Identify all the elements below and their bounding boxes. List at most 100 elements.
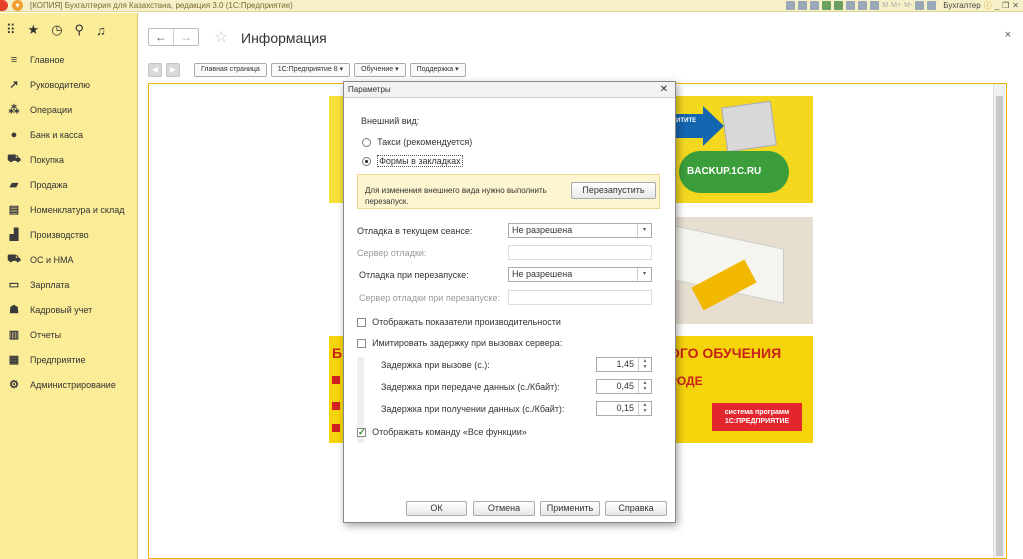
delay-send-value: 0,45 bbox=[616, 381, 634, 391]
table-icon[interactable] bbox=[846, 1, 856, 10]
sidebar-item-purchase[interactable]: ⛟ Покупка bbox=[0, 147, 137, 172]
home-page-button[interactable]: Главная страница bbox=[194, 63, 267, 77]
people-icon: ☗ bbox=[9, 304, 19, 316]
favorite-star-icon[interactable]: ☆ bbox=[214, 27, 228, 47]
training-banner-left-text: Б bbox=[332, 345, 343, 361]
vertical-scrollbar[interactable] bbox=[993, 84, 1005, 558]
radio-tabs-circle[interactable] bbox=[362, 156, 371, 166]
operations-icon: ⁂ bbox=[8, 104, 20, 116]
sidebar-item-label: Зарплата bbox=[30, 279, 70, 290]
building-icon: ▦ bbox=[8, 354, 20, 366]
sidebar-item-hr[interactable]: ☗ Кадровый учет bbox=[0, 297, 137, 322]
show-all-functions-label: Отображать команду «Все функции» bbox=[372, 427, 527, 437]
sidebar-item-director[interactable]: ↗ Руководителю bbox=[0, 72, 137, 97]
zoom-icon[interactable] bbox=[915, 1, 925, 10]
save-icon[interactable] bbox=[786, 1, 796, 10]
memory-minus-button[interactable]: M- bbox=[904, 2, 912, 9]
check-mark-icon bbox=[332, 376, 340, 384]
sections-panel: ⠿ ★ ◷ ⚲ ♫ ≡ Главное ↗ Руководителю ⁂ Операц… bbox=[0, 13, 138, 559]
print-icon[interactable] bbox=[798, 1, 808, 10]
forward-button[interactable]: → bbox=[173, 29, 198, 45]
link-icon[interactable] bbox=[822, 1, 832, 10]
sidebar-item-bank[interactable]: ● Банк и касса bbox=[0, 122, 137, 147]
debug-session-select[interactable]: Не разрешена ▾ bbox=[508, 223, 652, 238]
back-button[interactable]: ← bbox=[149, 29, 173, 45]
memory-m-button[interactable]: M bbox=[882, 2, 888, 9]
apply-button[interactable]: Применить bbox=[540, 501, 600, 516]
debug-restart-server-label: Сервер отладки при перезапуске: bbox=[359, 293, 500, 303]
sidebar-item-administration[interactable]: ⚙ Администрирование bbox=[0, 372, 137, 397]
search-icon[interactable]: ⚲ bbox=[75, 22, 85, 38]
stepper-arrows-icon[interactable]: ▲ ▼ bbox=[638, 380, 651, 393]
chevron-down-icon[interactable]: ▾ bbox=[637, 224, 651, 237]
minimize-button[interactable]: _ bbox=[995, 1, 999, 10]
sidebar-item-production[interactable]: ▟ Производство bbox=[0, 222, 137, 247]
radio-taxi-circle[interactable] bbox=[362, 137, 371, 147]
close-window-button[interactable]: ✕ bbox=[1012, 1, 1019, 10]
radio-tabs[interactable]: Формы в закладках bbox=[362, 155, 463, 167]
stepper-arrows-icon[interactable]: ▲ ▼ bbox=[638, 358, 651, 371]
debug-restart-server-field[interactable] bbox=[508, 290, 652, 305]
sidebar-item-label: ОС и НМА bbox=[30, 254, 74, 265]
stepper-arrows-icon[interactable]: ▲ ▼ bbox=[638, 402, 651, 415]
preview-icon[interactable] bbox=[810, 1, 820, 10]
sidebar-item-sales[interactable]: ▰ Продажа bbox=[0, 172, 137, 197]
scrollbar-thumb[interactable] bbox=[996, 96, 1003, 556]
panel-icon[interactable] bbox=[927, 1, 937, 10]
support-menu-button[interactable]: Поддержка ▾ bbox=[409, 63, 466, 77]
bag-icon: ▰ bbox=[9, 179, 19, 191]
sidebar-item-assets[interactable]: ⛟ ОС и НМА bbox=[0, 247, 137, 272]
sidebar-item-operations[interactable]: ⁂ Операции bbox=[0, 97, 137, 122]
show-performance-checkbox[interactable]: Отображать показатели производительности bbox=[357, 316, 561, 328]
parameters-dialog: Параметры ✕ Внешний вид: Такси (рекоменд… bbox=[343, 81, 676, 523]
sidebar-item-warehouse[interactable]: ▤ Номенклатура и склад bbox=[0, 197, 137, 222]
check-mark-icon[interactable]: ✓ bbox=[357, 427, 366, 437]
platform-menu-label: 1С:Предприятие 8 bbox=[277, 66, 338, 73]
bell-icon[interactable]: ♫ bbox=[96, 23, 106, 38]
sidebar-item-salary[interactable]: ▭ Зарплата bbox=[0, 272, 137, 297]
memory-plus-button[interactable]: M+ bbox=[891, 2, 901, 9]
sidebar-item-reports[interactable]: ▥ Отчеты bbox=[0, 322, 137, 347]
sidebar-item-label: Предприятие bbox=[30, 354, 86, 365]
menu-icon: ≡ bbox=[10, 53, 18, 66]
restore-button[interactable]: ❐ bbox=[1002, 1, 1009, 10]
imitate-delay-checkbox[interactable]: Имитировать задержку при вызовах сервера… bbox=[357, 337, 562, 349]
bookmark-icon[interactable] bbox=[834, 1, 844, 10]
radio-taxi[interactable]: Такси (рекомендуется) bbox=[362, 136, 472, 148]
calculator-icon[interactable] bbox=[870, 1, 880, 10]
sidebar-quick-icons: ⠿ ★ ◷ ⚲ ♫ bbox=[0, 13, 137, 47]
platform-menu-button[interactable]: 1С:Предприятие 8 ▾ bbox=[270, 63, 351, 77]
show-performance-label: Отображать показатели производительности bbox=[372, 317, 561, 327]
training-banner-title: ОГО ОБУЧЕНИЯ bbox=[669, 345, 782, 361]
nav-prev-icon[interactable]: ◀ bbox=[148, 63, 162, 77]
delay-receive-label: Задержка при получении данных (с./Кбайт)… bbox=[381, 404, 565, 414]
sidebar-item-enterprise[interactable]: ▦ Предприятие bbox=[0, 347, 137, 372]
nav-next-icon[interactable]: ▶ bbox=[166, 63, 180, 77]
show-all-functions-checkbox[interactable]: ✓ Отображать команду «Все функции» bbox=[357, 426, 527, 438]
history-icon[interactable]: ◷ bbox=[51, 22, 62, 38]
debug-server-field[interactable] bbox=[508, 245, 652, 260]
delay-receive-stepper[interactable]: 0,15 ▲ ▼ bbox=[596, 401, 652, 416]
help-button[interactable]: Справка bbox=[605, 501, 667, 516]
show-performance-box[interactable] bbox=[357, 317, 366, 327]
delay-call-stepper[interactable]: 1,45 ▲ ▼ bbox=[596, 357, 652, 372]
training-menu-button[interactable]: Обучение ▾ bbox=[354, 63, 406, 77]
current-user[interactable]: Бухгалтер bbox=[943, 1, 980, 10]
ok-button[interactable]: ОК bbox=[406, 501, 467, 516]
debug-restart-select[interactable]: Не разрешена ▾ bbox=[508, 267, 652, 282]
grid-icon[interactable]: ⠿ bbox=[6, 22, 16, 38]
cancel-button[interactable]: Отмена bbox=[473, 501, 535, 516]
star-icon[interactable]: ★ bbox=[28, 22, 40, 38]
imitate-delay-box[interactable] bbox=[357, 338, 366, 348]
main-menu-button[interactable]: ▾ bbox=[12, 0, 23, 11]
dialog-close-button[interactable]: ✕ bbox=[660, 82, 668, 97]
calendar-icon[interactable] bbox=[858, 1, 868, 10]
info-icon[interactable]: ⓘ bbox=[984, 0, 992, 11]
debug-session-label: Отладка в текущем сеансе: bbox=[357, 226, 473, 236]
close-form-button[interactable]: × bbox=[1005, 29, 1011, 41]
chevron-down-icon[interactable]: ▾ bbox=[637, 268, 651, 281]
delay-send-stepper[interactable]: 0,45 ▲ ▼ bbox=[596, 379, 652, 394]
sidebar-item-main[interactable]: ≡ Главное bbox=[0, 47, 137, 72]
debug-server-label: Сервер отладки: bbox=[357, 248, 427, 258]
restart-button[interactable]: Перезапустить bbox=[571, 182, 656, 199]
